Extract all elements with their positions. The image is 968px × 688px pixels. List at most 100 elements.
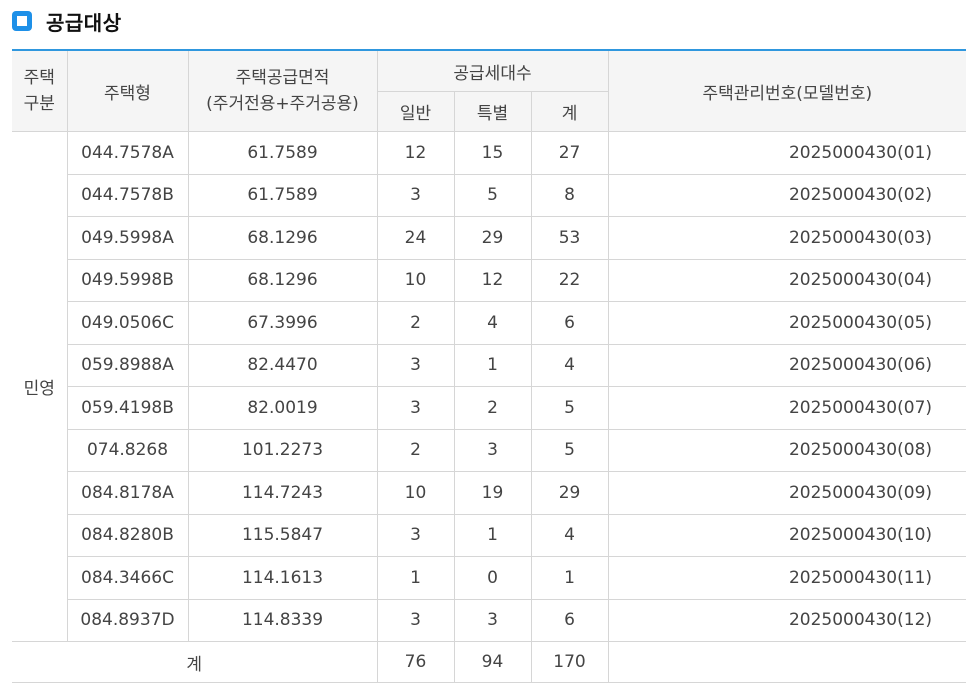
model-no-cell: 2025000430(02) xyxy=(607,173,967,217)
total-row: 계 76 94 170 xyxy=(12,641,967,683)
table-row: 059.4198B 82.0019 3 2 5 2025000430(07) xyxy=(12,386,967,430)
table-row: 044.7578B 61.7589 3 5 8 2025000430(02) xyxy=(12,173,967,217)
special-cell: 3 xyxy=(453,428,532,472)
table-row: 084.8178A 114.7243 10 19 29 2025000430(09) xyxy=(12,471,967,515)
special-cell: 1 xyxy=(453,513,532,557)
area-cell: 61.7589 xyxy=(187,173,378,217)
total-cell: 5 xyxy=(530,386,609,430)
type-cell: 044.7578B xyxy=(67,173,189,217)
square-bullet-icon xyxy=(12,11,32,31)
general-cell: 3 xyxy=(376,598,455,642)
area-cell: 67.3996 xyxy=(187,301,378,345)
type-cell: 049.0506C xyxy=(67,301,189,345)
general-cell: 3 xyxy=(376,513,455,557)
special-cell: 5 xyxy=(453,173,532,217)
header-type: 주택형 xyxy=(66,49,189,132)
model-no-cell: 2025000430(08) xyxy=(607,428,967,472)
area-cell: 68.1296 xyxy=(187,258,378,302)
header-category-line2: 구분 xyxy=(23,94,55,114)
total-cell: 4 xyxy=(530,513,609,557)
type-cell: 084.8937D xyxy=(67,598,189,642)
total-total: 170 xyxy=(530,641,609,683)
general-cell: 12 xyxy=(376,131,455,175)
special-cell: 1 xyxy=(453,343,532,387)
total-cell: 6 xyxy=(530,598,609,642)
model-no-cell: 2025000430(03) xyxy=(607,216,967,260)
special-cell: 15 xyxy=(453,131,532,175)
model-no-cell: 2025000430(07) xyxy=(607,386,967,430)
general-cell: 1 xyxy=(376,556,455,600)
special-cell: 2 xyxy=(453,386,532,430)
table-row: 084.8280B 115.5847 3 1 4 2025000430(10) xyxy=(12,513,967,557)
header-category-line1: 주택 xyxy=(23,68,55,88)
total-cell: 4 xyxy=(530,343,609,387)
table-row: 074.8268 101.2273 2 3 5 2025000430(08) xyxy=(12,428,967,472)
model-no-cell: 2025000430(06) xyxy=(607,343,967,387)
area-cell: 114.8339 xyxy=(187,598,378,642)
total-cell: 1 xyxy=(530,556,609,600)
area-cell: 68.1296 xyxy=(187,216,378,260)
area-cell: 82.0019 xyxy=(187,386,378,430)
model-no-cell: 2025000430(01) xyxy=(607,131,967,175)
special-cell: 12 xyxy=(453,258,532,302)
total-special: 94 xyxy=(453,641,532,683)
model-no-cell: 2025000430(09) xyxy=(607,471,967,515)
special-cell: 0 xyxy=(453,556,532,600)
header-area-line2: (주거전용+주거공용) xyxy=(206,94,359,114)
table-body: 민영 044.7578A 61.7589 12 15 27 2025000430(01) 04… xyxy=(12,131,967,642)
type-cell: 049.5998B xyxy=(67,258,189,302)
area-cell: 114.7243 xyxy=(187,471,378,515)
model-no-cell: 2025000430(11) xyxy=(607,556,967,600)
total-cell: 5 xyxy=(530,428,609,472)
table-row: 084.8937D 114.8339 3 3 6 2025000430(12) xyxy=(12,598,967,642)
area-cell: 82.4470 xyxy=(187,343,378,387)
type-cell: 084.8178A xyxy=(67,471,189,515)
type-cell: 059.8988A xyxy=(67,343,189,387)
area-cell: 61.7589 xyxy=(187,131,378,175)
total-label: 계 xyxy=(12,641,378,683)
total-cell: 6 xyxy=(530,301,609,345)
model-no-cell: 2025000430(05) xyxy=(607,301,967,345)
header-area: 주택공급면적 (주거전용+주거공용) xyxy=(187,49,378,132)
area-cell: 115.5847 xyxy=(187,513,378,557)
table-row: 049.0506C 67.3996 2 4 6 2025000430(05) xyxy=(12,301,967,345)
special-cell: 3 xyxy=(453,598,532,642)
table-row: 049.5998B 68.1296 10 12 22 2025000430(04) xyxy=(12,258,967,302)
header-model-no: 주택관리번호(모델번호) xyxy=(607,49,967,132)
model-no-cell: 2025000430(12) xyxy=(607,598,967,642)
type-cell: 084.8280B xyxy=(67,513,189,557)
general-cell: 3 xyxy=(376,173,455,217)
general-cell: 3 xyxy=(376,343,455,387)
type-cell: 084.3466C xyxy=(67,556,189,600)
table-row: 084.3466C 114.1613 1 0 1 2025000430(11) xyxy=(12,556,967,600)
header-total: 계 xyxy=(530,91,609,132)
special-cell: 19 xyxy=(453,471,532,515)
section-heading: 공급대상 xyxy=(12,6,122,36)
table-row: 민영 044.7578A 61.7589 12 15 27 2025000430(01) xyxy=(12,131,967,642)
general-cell: 3 xyxy=(376,386,455,430)
special-cell: 4 xyxy=(453,301,532,345)
general-cell: 10 xyxy=(376,258,455,302)
type-cell: 049.5998A xyxy=(67,216,189,260)
header-special: 특별 xyxy=(453,91,532,132)
section-title: 공급대상 xyxy=(46,10,122,35)
total-general: 76 xyxy=(376,641,455,683)
type-cell: 074.8268 xyxy=(67,428,189,472)
header-area-line1: 주택공급면적 xyxy=(235,68,330,88)
general-cell: 10 xyxy=(376,471,455,515)
area-cell: 114.1613 xyxy=(187,556,378,600)
total-cell: 8 xyxy=(530,173,609,217)
general-cell: 2 xyxy=(376,428,455,472)
total-cell: 22 xyxy=(530,258,609,302)
supply-table: 주택 구분 주택형 주택공급면적 (주거전용+주거공용) 공급세대수 주택관리번… xyxy=(12,49,967,683)
model-no-cell: 2025000430(10) xyxy=(607,513,967,557)
table-row: 059.8988A 82.4470 3 1 4 2025000430(06) xyxy=(12,343,967,387)
table-row: 049.5998A 68.1296 24 29 53 2025000430(03) xyxy=(12,216,967,260)
general-cell: 2 xyxy=(376,301,455,345)
category-cell: 민영 xyxy=(12,131,68,642)
total-model-empty xyxy=(607,641,967,683)
model-no-cell: 2025000430(04) xyxy=(607,258,967,302)
total-cell: 29 xyxy=(530,471,609,515)
type-cell: 044.7578A xyxy=(66,131,189,175)
area-cell: 101.2273 xyxy=(187,428,378,472)
